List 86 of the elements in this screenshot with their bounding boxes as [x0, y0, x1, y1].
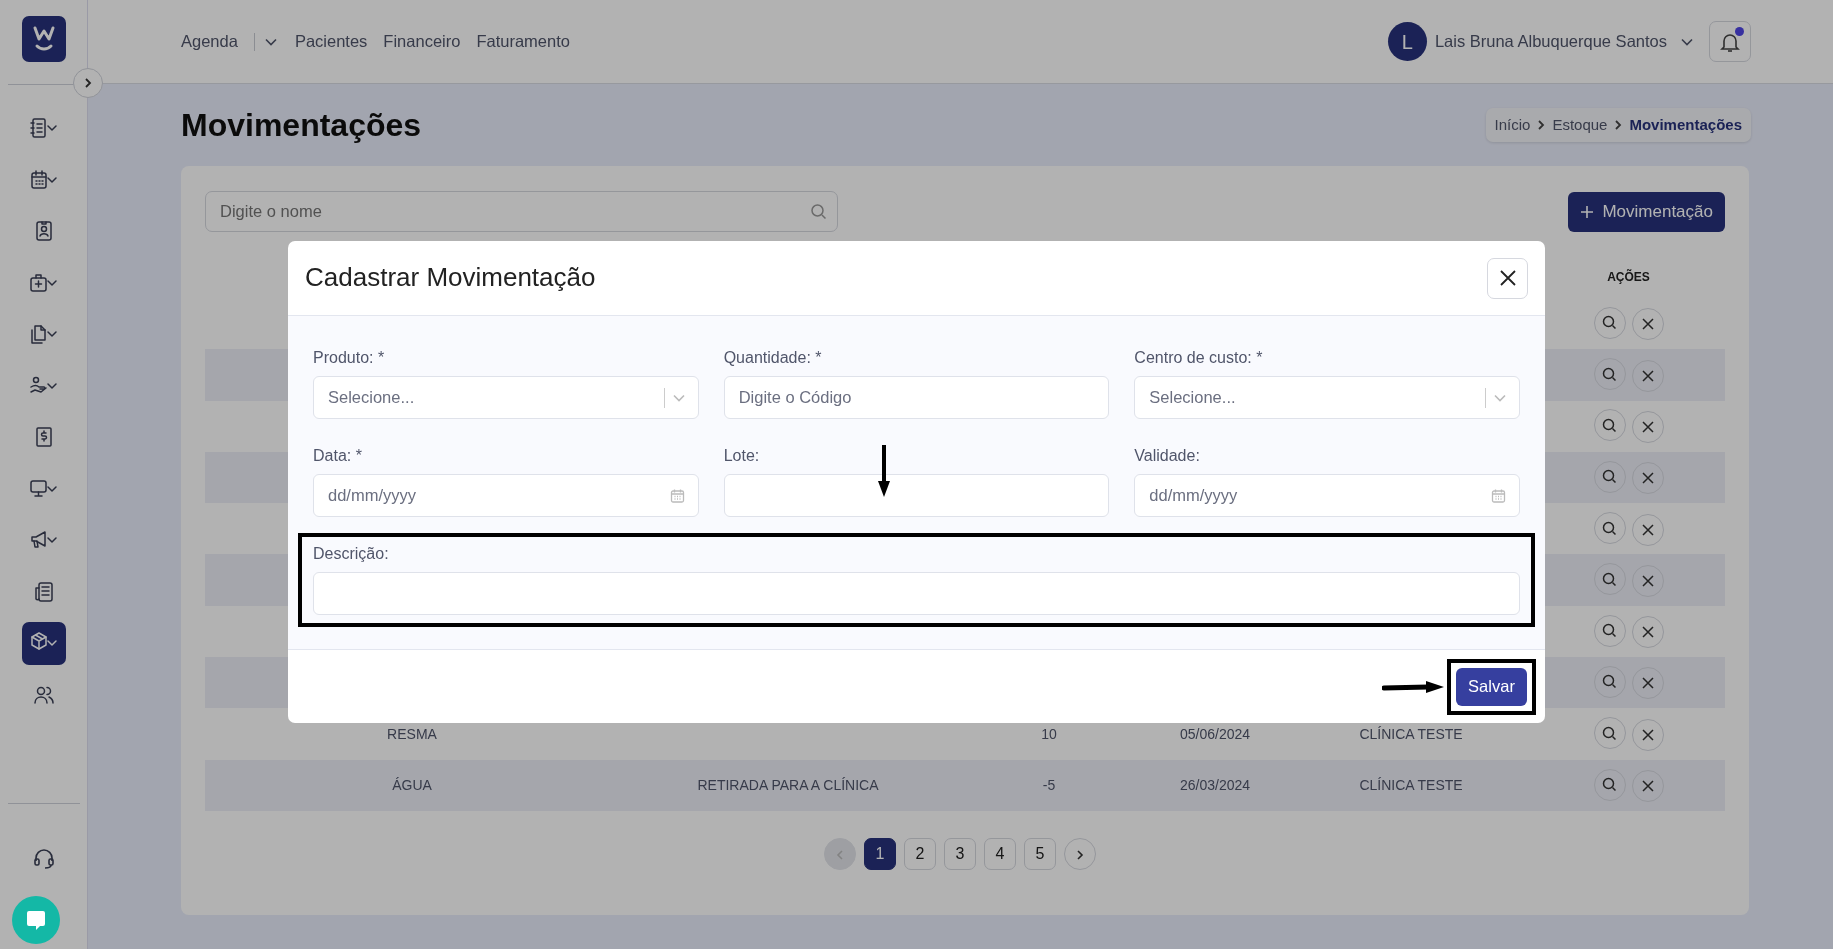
table-cell-text: CLÍNICA TESTE: [1358, 775, 1464, 795]
field-label: Quantidade: *: [723, 348, 823, 368]
select-field[interactable]: Selecione...: [313, 376, 699, 419]
breadcrumb-link[interactable]: Estoque: [1552, 113, 1608, 137]
breadcrumb-link[interactable]: Início: [1494, 113, 1531, 137]
chevron-right-icon: [83, 77, 93, 89]
chevron-right-icon: [1614, 119, 1623, 131]
logo[interactable]: [21, 16, 66, 62]
table-cell-text: -5: [1041, 775, 1057, 795]
search-icon: [1602, 674, 1617, 690]
chevron-left-icon: [836, 848, 844, 861]
next-page-button[interactable]: [1064, 837, 1096, 870]
close-icon: [1641, 626, 1654, 639]
search-icon: [1602, 777, 1617, 793]
input-field[interactable]: Digite o Código: [723, 376, 1110, 419]
breadcrumb-link[interactable]: Movimentações: [1629, 113, 1742, 137]
table-cell-text: 26/03/2024: [1178, 775, 1252, 795]
field-label: Centro de custo: *: [1134, 348, 1264, 368]
page-button[interactable]: 5: [1024, 837, 1056, 870]
field-label: Produto: *: [313, 348, 386, 368]
page-title: Movimentações: [181, 105, 422, 145]
column-header: AÇÕES: [1606, 268, 1651, 286]
close-button[interactable]: [1487, 257, 1528, 299]
table-cell-text: ÁGUA: [391, 775, 433, 795]
search-icon: [1602, 623, 1617, 639]
close-icon: [1641, 574, 1654, 587]
search-icon: [1602, 469, 1617, 485]
chat-bubble-icon: [24, 908, 48, 932]
field-label: Descrição:: [313, 544, 390, 564]
search-icon: [1602, 366, 1617, 382]
input-field[interactable]: [723, 474, 1110, 517]
table-cell-text: 05/06/2024: [1178, 724, 1252, 744]
search-icon: [1602, 725, 1617, 741]
calendar-icon: [669, 488, 685, 503]
nav-link[interactable]: Pacientes: [294, 29, 368, 54]
calendar-icon: [1491, 488, 1506, 503]
date-field[interactable]: dd/mm/yyyy: [313, 474, 699, 517]
page-button[interactable]: 4: [984, 837, 1016, 870]
search-icon: [1602, 520, 1617, 536]
close-icon: [1641, 318, 1654, 331]
modal-title: Cadastrar Movimentação: [305, 262, 596, 294]
user-avatar[interactable]: L: [1387, 22, 1427, 61]
date-field[interactable]: dd/mm/yyyy: [1134, 474, 1520, 517]
add-movement-button[interactable]: Movimentação: [1568, 191, 1725, 232]
close-icon: [1641, 523, 1654, 536]
chevron-down-icon: [672, 393, 685, 402]
field-label: Lote:: [723, 446, 761, 466]
search-field[interactable]: Digite o nome: [205, 191, 838, 232]
sidebar-item[interactable]: [21, 621, 66, 665]
field-label: Validade:: [1134, 446, 1201, 466]
close-icon: [1641, 421, 1654, 433]
select-field[interactable]: Selecione...: [1134, 376, 1520, 419]
search-icon: [810, 203, 827, 220]
close-icon: [1499, 270, 1516, 286]
calendar-icon: [28, 167, 59, 192]
search-icon: [1602, 571, 1617, 587]
user-name[interactable]: Lais Bruna Albuquerque Santos: [1434, 29, 1667, 54]
table-cell-text: CLÍNICA TESTE: [1358, 724, 1464, 744]
search-icon: [1602, 418, 1617, 433]
save-button[interactable]: Salvar: [1456, 667, 1527, 706]
close-icon: [1641, 677, 1654, 690]
nav-link[interactable]: Agenda: [181, 29, 238, 54]
page-button[interactable]: 3: [944, 837, 976, 870]
nav-link[interactable]: Faturamento: [476, 29, 570, 54]
table-cell-text: RETIRADA PARA A CLÍNICA: [696, 775, 880, 795]
notification-button[interactable]: [1709, 21, 1751, 62]
close-icon: [1641, 472, 1654, 485]
files-icon: [28, 322, 59, 346]
notebook-icon: [28, 116, 59, 140]
chevron-right-icon: [1537, 119, 1546, 131]
page-button[interactable]: 2: [904, 837, 936, 870]
close-icon: [1641, 369, 1654, 382]
plus-icon: [1580, 204, 1595, 219]
table-cell-text: RESMA: [386, 724, 438, 744]
input-field[interactable]: [313, 572, 1520, 615]
table-cell-text: 10: [1040, 724, 1058, 744]
chevron-right-icon: [1076, 848, 1084, 861]
page-button[interactable]: 1: [864, 837, 896, 870]
field-label: Data: *: [313, 446, 363, 466]
chevron-down-icon: [1494, 393, 1506, 402]
search-icon: [1602, 315, 1617, 331]
chevron-down-icon[interactable]: [264, 37, 277, 46]
chevron-down-icon[interactable]: [1681, 37, 1693, 46]
nav-link[interactable]: Financeiro: [383, 29, 461, 54]
close-icon: [1641, 728, 1654, 741]
close-icon: [1641, 780, 1654, 793]
